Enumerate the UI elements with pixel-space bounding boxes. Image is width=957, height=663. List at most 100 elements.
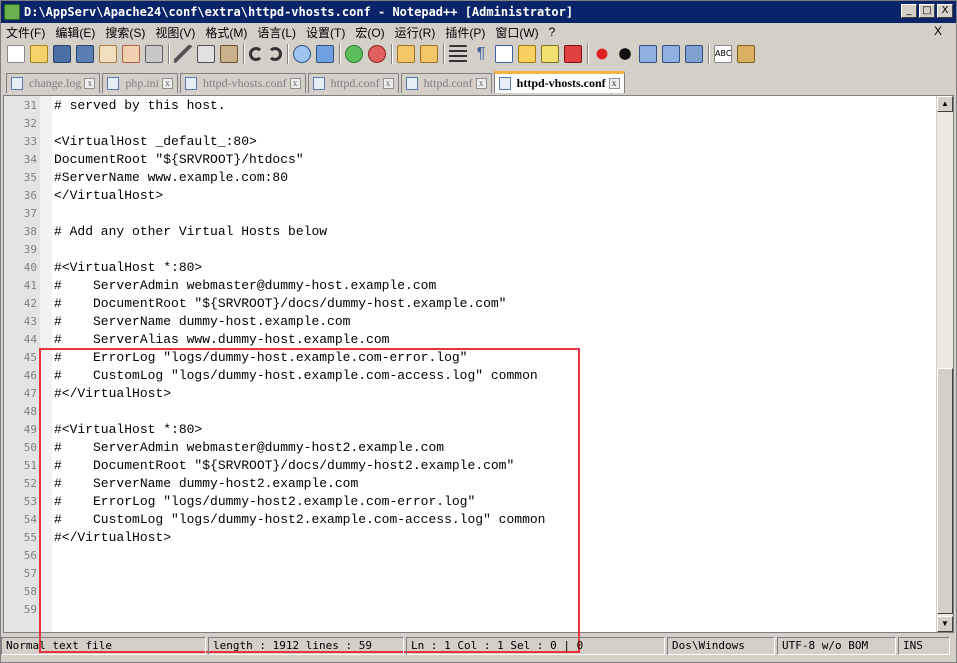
open-file-icon[interactable] — [30, 45, 48, 63]
menu-plugins[interactable]: 插件(P) — [440, 24, 490, 41]
line-number: 48 — [23, 405, 37, 418]
cut-icon[interactable] — [174, 45, 192, 63]
show-all-chars-icon[interactable]: ¶ — [472, 45, 490, 63]
line-text: # CustomLog "logs/dummy-host2.example.co… — [54, 512, 546, 527]
menu-settings[interactable]: 设置(T) — [301, 24, 350, 41]
code-line[interactable]: 58 — [4, 583, 929, 601]
code-line[interactable]: 56 — [4, 547, 929, 565]
sync-horizontal-icon[interactable] — [420, 45, 438, 63]
save-macro-icon[interactable] — [685, 45, 703, 63]
title-bar[interactable]: D:\AppServ\Apache24\conf\extra\httpd-vho… — [1, 1, 956, 23]
tab-close-icon[interactable]: x — [475, 78, 487, 89]
run-macro-multiple-icon[interactable] — [662, 45, 680, 63]
line-text: # ErrorLog "logs/dummy-host2.example.com… — [54, 494, 476, 509]
find-icon[interactable] — [293, 45, 311, 63]
play-macro-icon[interactable] — [639, 45, 657, 63]
stop-record-icon[interactable] — [616, 45, 634, 63]
menu-macro[interactable]: 宏(O) — [350, 24, 389, 41]
new-file-icon[interactable] — [7, 45, 25, 63]
maximize-button[interactable]: □ — [919, 4, 935, 18]
tab-httpd-conf[interactable]: httpd.conf x — [307, 73, 399, 93]
tab-close-icon[interactable]: x — [608, 78, 620, 89]
code-line[interactable]: 49 #<VirtualHost *:80> — [4, 421, 929, 439]
menu-language[interactable]: 语言(L) — [252, 24, 301, 41]
plugin-icon[interactable] — [737, 45, 755, 63]
code-line[interactable]: 35 #ServerName www.example.com:80 — [4, 169, 929, 187]
menu-help[interactable]: ? — [544, 25, 561, 39]
code-line[interactable]: 44 # ServerAlias www.dummy-host.example.c… — [4, 331, 929, 349]
sync-vertical-icon[interactable] — [397, 45, 415, 63]
code-line[interactable]: 43 # ServerName dummy-host.example.com — [4, 313, 929, 331]
code-line[interactable]: 53 # ErrorLog "logs/dummy-host2.example.c… — [4, 493, 929, 511]
menu-file[interactable]: 文件(F) — [1, 24, 50, 41]
code-line[interactable]: 38 # Add any other Virtual Hosts below — [4, 223, 929, 241]
scroll-up-icon[interactable]: ▲ — [937, 96, 953, 112]
zoom-out-icon[interactable] — [368, 45, 386, 63]
menu-edit[interactable]: 编辑(E) — [50, 24, 100, 41]
redo-icon[interactable] — [268, 47, 282, 61]
close-all-icon[interactable] — [122, 45, 140, 63]
code-line[interactable]: 37 — [4, 205, 929, 223]
tab-httpd-vhosts-conf[interactable]: httpd-vhosts.conf x — [179, 73, 306, 93]
menu-window[interactable]: 窗口(W) — [490, 24, 543, 41]
close-window-button[interactable]: X — [937, 4, 953, 18]
code-line[interactable]: 31 # served by this host. — [4, 97, 929, 115]
code-line[interactable]: 57 — [4, 565, 929, 583]
code-line[interactable]: 40 #<VirtualHost *:80> — [4, 259, 929, 277]
minimize-button[interactable]: _ — [901, 4, 917, 18]
code-line[interactable]: 33 <VirtualHost _default_:80> — [4, 133, 929, 151]
print-icon[interactable] — [145, 45, 163, 63]
tab-label: httpd-vhosts.conf — [516, 76, 606, 90]
code-line[interactable]: 51 # DocumentRoot "${SRVROOT}/docs/dummy-… — [4, 457, 929, 475]
code-line[interactable]: 55 #</VirtualHost> — [4, 529, 929, 547]
code-line[interactable]: 45 # ErrorLog "logs/dummy-host.example.co… — [4, 349, 929, 367]
code-line[interactable]: 48 — [4, 403, 929, 421]
code-line[interactable]: 54 # CustomLog "logs/dummy-host2.example.… — [4, 511, 929, 529]
zoom-in-icon[interactable] — [345, 45, 363, 63]
tab-httpd-vhosts-conf-active[interactable]: httpd-vhosts.conf x — [493, 71, 625, 93]
menu-format[interactable]: 格式(M) — [200, 24, 252, 41]
code-line[interactable]: 36 </VirtualHost> — [4, 187, 929, 205]
save-all-icon[interactable] — [76, 45, 94, 63]
tab-close-icon[interactable]: x — [289, 78, 301, 89]
code-line[interactable]: 41 # ServerAdmin webmaster@dummy-host.exa… — [4, 277, 929, 295]
code-line[interactable]: 59 — [4, 601, 929, 619]
spell-check-icon[interactable]: ABC — [714, 45, 732, 63]
scroll-down-icon[interactable]: ▼ — [937, 616, 953, 632]
word-wrap-icon[interactable] — [449, 45, 467, 63]
function-list-icon[interactable] — [541, 45, 559, 63]
code-line[interactable]: 47 #</VirtualHost> — [4, 385, 929, 403]
copy-icon[interactable] — [197, 45, 215, 63]
folder-workspace-icon[interactable] — [564, 45, 582, 63]
record-macro-icon[interactable] — [593, 45, 611, 63]
menu-run[interactable]: 运行(R) — [390, 24, 441, 41]
close-icon[interactable] — [99, 45, 117, 63]
document-tab-bar: change.log x php.ini x httpd-vhosts.conf… — [3, 71, 954, 93]
paste-icon[interactable] — [220, 45, 238, 63]
code-line[interactable]: 39 — [4, 241, 929, 259]
indent-guide-icon[interactable] — [495, 45, 513, 63]
save-icon[interactable] — [53, 45, 71, 63]
replace-icon[interactable] — [316, 45, 334, 63]
code-line[interactable]: 52 # ServerName dummy-host2.example.com — [4, 475, 929, 493]
scrollbar-thumb[interactable] — [937, 368, 953, 614]
menu-search[interactable]: 搜索(S) — [100, 24, 150, 41]
tab-php-ini[interactable]: php.ini x — [102, 73, 178, 93]
tab-change-log[interactable]: change.log x — [6, 73, 101, 93]
line-number: 37 — [23, 207, 37, 220]
menu-view[interactable]: 视图(V) — [150, 24, 200, 41]
code-line[interactable]: 42 # DocumentRoot "${SRVROOT}/docs/dummy-… — [4, 295, 929, 313]
tab-close-icon[interactable]: x — [382, 78, 394, 89]
code-line[interactable]: 32 — [4, 115, 929, 133]
text-editor[interactable]: 31 # served by this host. 32 33 <VirtualHost… — [3, 95, 954, 653]
tab-httpd-conf-2[interactable]: httpd.conf x — [400, 73, 492, 93]
tab-close-icon[interactable]: x — [161, 78, 173, 89]
code-line[interactable]: 50 # ServerAdmin webmaster@dummy-host2.ex… — [4, 439, 929, 457]
undo-icon[interactable] — [249, 47, 263, 61]
user-defined-language-icon[interactable] — [518, 45, 536, 63]
tab-close-icon[interactable]: x — [84, 78, 96, 89]
close-document-button[interactable]: X — [934, 24, 942, 38]
code-line[interactable]: 34 DocumentRoot "${SRVROOT}/htdocs" — [4, 151, 929, 169]
vertical-scrollbar[interactable]: ▲ ▼ — [936, 96, 953, 632]
code-line[interactable]: 46 # CustomLog "logs/dummy-host.example.c… — [4, 367, 929, 385]
